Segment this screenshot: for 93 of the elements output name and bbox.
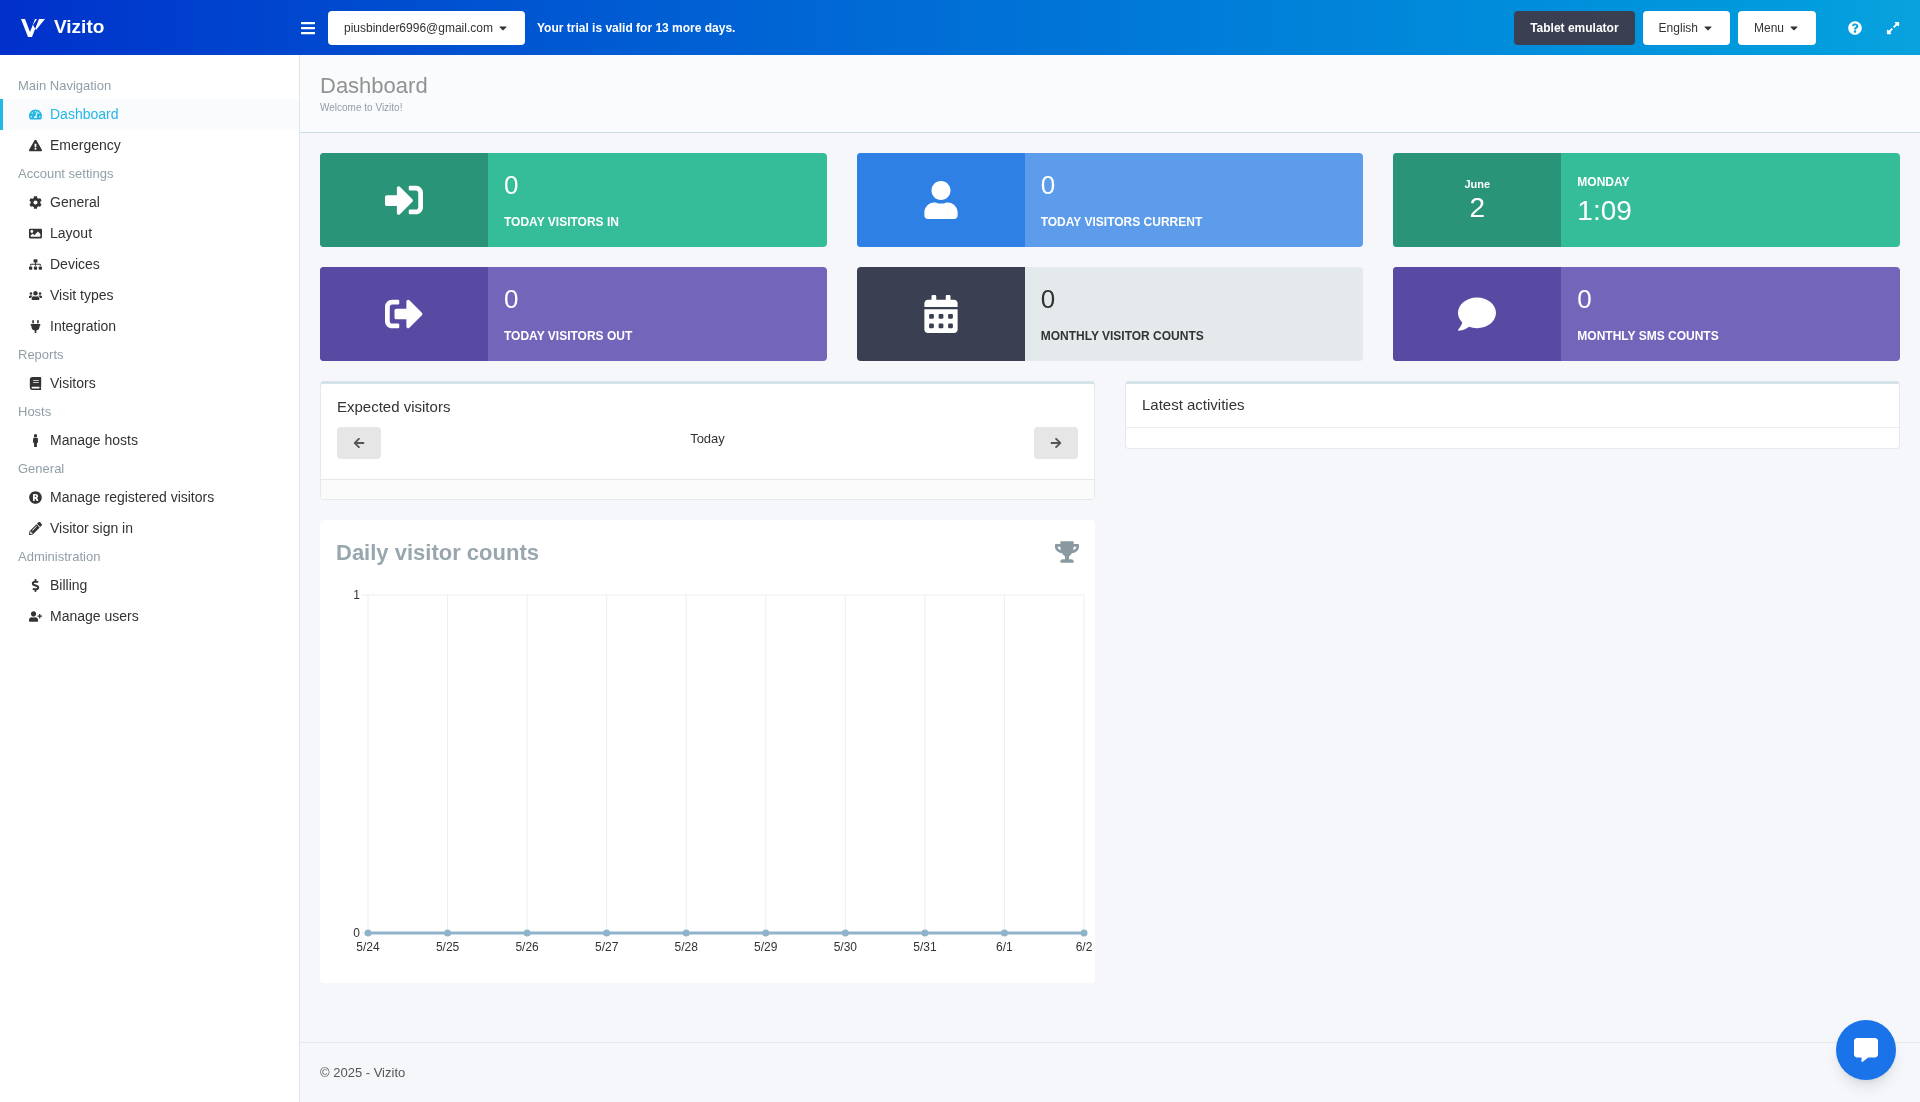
- tile-value: 0: [1040, 169, 1057, 201]
- sidebar-item[interactable]: Manage registered visitors: [0, 482, 299, 513]
- sidebar-item[interactable]: Visitors: [0, 368, 299, 399]
- chat-icon: [1854, 1038, 1878, 1062]
- data-point: [603, 929, 611, 936]
- panel-title: Latest activities: [1126, 384, 1899, 428]
- plug-icon: [29, 320, 42, 333]
- sidebar-item[interactable]: Visitor sign in: [0, 513, 299, 544]
- axis-tick-label: 5/30: [833, 939, 857, 954]
- data-point: [682, 929, 690, 936]
- pencil-icon: [29, 522, 42, 535]
- tile-label: TODAY VISITORS OUT: [504, 328, 633, 345]
- day-number: 2: [1469, 192, 1486, 225]
- sidebar-section-title: Account settings: [17, 165, 115, 184]
- warning-icon: [29, 139, 42, 152]
- language-dropdown[interactable]: English: [1642, 10, 1730, 45]
- menu-toggle-button[interactable]: [300, 19, 316, 36]
- data-point: [364, 929, 372, 936]
- sidebar-item[interactable]: Manage users: [0, 601, 299, 632]
- tile-value: 0: [504, 283, 520, 315]
- user-plus-icon: [29, 610, 42, 623]
- next-day-button[interactable]: [1034, 426, 1078, 459]
- tile-label: MONTHLY SMS COUNTS: [1577, 328, 1719, 345]
- speech-bubble-icon: [1458, 295, 1497, 333]
- right-arrow-icon: [1050, 436, 1062, 449]
- left-arrow-icon: [353, 436, 365, 449]
- tile-value: 0: [504, 169, 520, 201]
- axis-tick-label: 5/29: [754, 939, 778, 954]
- user-icon: [921, 181, 960, 219]
- data-point: [444, 929, 452, 936]
- time-value: 1:09: [1577, 195, 1632, 227]
- axis-tick-label: 6/2: [1075, 939, 1092, 954]
- users-icon: [29, 289, 42, 302]
- axis-tick-label: 5/28: [674, 939, 698, 954]
- sidebar-section-title: Reports: [17, 346, 65, 365]
- day-label: Today: [690, 429, 725, 448]
- image-icon: [29, 227, 42, 240]
- axis-tick-label: 5/24: [356, 939, 380, 954]
- sidebar-item[interactable]: Devices: [0, 249, 299, 280]
- sidebar-item[interactable]: Billing: [0, 570, 299, 601]
- weekday-label: MONDAY: [1577, 174, 1631, 191]
- data-point: [921, 929, 929, 936]
- previous-day-button[interactable]: [337, 426, 381, 459]
- chat-button[interactable]: [1836, 1020, 1896, 1080]
- sidebar-section-title: General: [17, 460, 66, 479]
- logo-text: Vizito: [54, 15, 105, 40]
- book-icon: [29, 377, 42, 390]
- month-label: June: [1464, 176, 1491, 192]
- data-point: [762, 929, 770, 936]
- account-dropdown[interactable]: piusbinder6996@gmail.com: [328, 10, 525, 45]
- sidebar-item[interactable]: Visit types: [0, 280, 299, 311]
- chart-title: Daily visitor counts: [336, 538, 539, 567]
- sitemap-icon: [29, 258, 42, 271]
- tile-label: MONTHLY VISITOR COUNTS: [1040, 328, 1204, 345]
- tile-label: TODAY VISITORS CURRENT: [1040, 214, 1203, 231]
- axis-tick-label: 5/25: [435, 939, 460, 954]
- sidebar-item[interactable]: Layout: [0, 218, 299, 249]
- sidebar-section-title: Hosts: [17, 403, 53, 422]
- axis-tick-label: 6/1: [996, 939, 1013, 954]
- page-subtitle: Welcome to Vizito!: [320, 101, 404, 115]
- tile-label: TODAY VISITORS IN: [504, 214, 619, 231]
- settings-icon: [29, 196, 42, 209]
- gauge-icon: [29, 108, 42, 121]
- sidebar-item[interactable]: Emergency: [0, 130, 299, 161]
- help-button[interactable]: [1848, 20, 1862, 35]
- data-point: [1080, 929, 1088, 936]
- data-point: [523, 929, 531, 936]
- tile-value: 0: [1040, 283, 1057, 315]
- copyright-text: © 2025 - Vizito: [320, 1063, 406, 1082]
- registered-icon: [29, 491, 42, 504]
- menu-dropdown[interactable]: Menu: [1737, 10, 1816, 45]
- sidebar-item[interactable]: General: [0, 187, 299, 218]
- axis-tick-label: 1: [353, 587, 360, 602]
- panel-title: Expected visitors: [337, 397, 452, 417]
- trial-notice: Your trial is valid for 13 more days.: [536, 19, 736, 37]
- sidebar-item[interactable]: Integration: [0, 311, 299, 342]
- axis-tick-label: 5/26: [515, 939, 539, 954]
- trophy-icon: [1055, 540, 1079, 564]
- calendar-icon: [921, 295, 960, 333]
- axis-tick-label: 5/27: [595, 939, 619, 954]
- tablet-emulator-button[interactable]: Tablet emulator: [1514, 10, 1635, 45]
- page-title: Dashboard: [320, 72, 429, 100]
- logo-mark-icon: [20, 16, 46, 39]
- data-point: [1000, 929, 1008, 936]
- sidebar-section-title: Main Navigation: [17, 77, 113, 96]
- sidebar-item[interactable]: Manage hosts: [0, 425, 299, 456]
- sidebar-section-title: Administration: [17, 548, 102, 567]
- axis-tick-label: 5/31: [913, 939, 937, 954]
- axis-tick-label: 0: [353, 925, 360, 940]
- dollar-icon: [29, 579, 42, 592]
- fullscreen-button[interactable]: [1886, 20, 1900, 35]
- tile-value: 0: [1577, 283, 1593, 315]
- data-point: [841, 929, 849, 936]
